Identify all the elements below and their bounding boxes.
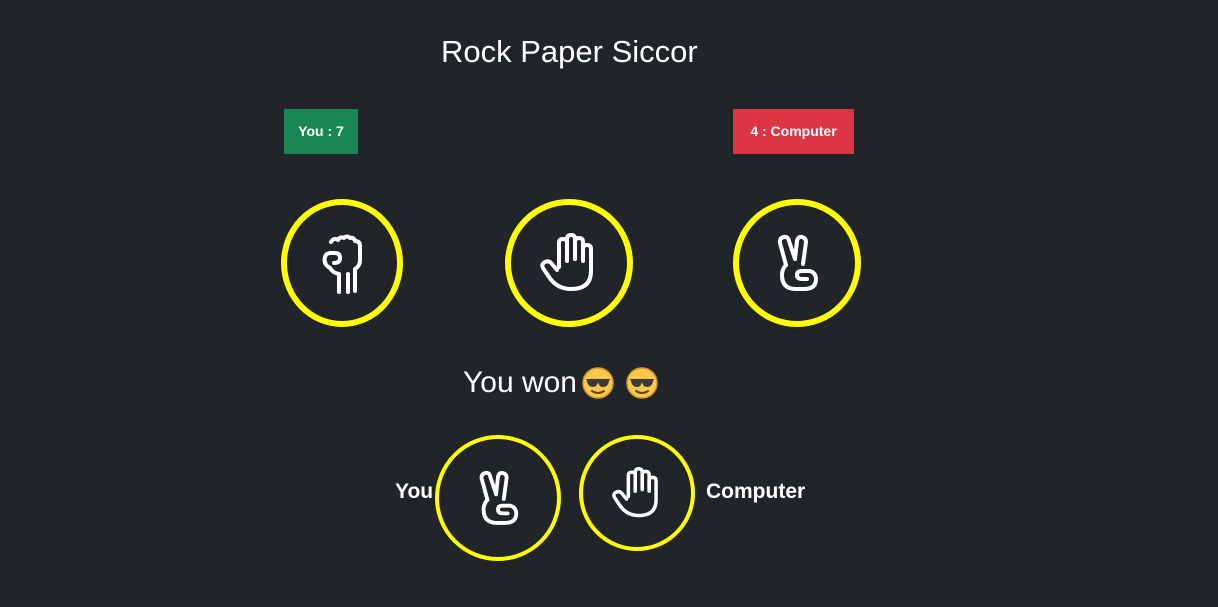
player-pick-label: You	[395, 480, 434, 503]
computer-pick	[579, 435, 695, 551]
computer-pick-label: Computer	[706, 480, 806, 503]
peace-hand-icon	[474, 469, 522, 527]
open-hand-icon	[611, 467, 663, 519]
scissors-button[interactable]	[733, 199, 861, 327]
computer-score-badge: 4 : Computer	[733, 109, 854, 154]
result-text: You won	[463, 366, 577, 399]
game-page: Rock Paper Siccor You : 7 4 : Computer Y…	[0, 0, 1218, 607]
player-pick	[435, 435, 561, 561]
peace-hand-icon	[772, 233, 822, 293]
rock-button[interactable]	[281, 199, 403, 327]
paper-button[interactable]	[505, 199, 633, 327]
player-score-badge: You : 7	[284, 109, 358, 154]
result-message: You won	[463, 366, 659, 400]
open-hand-icon	[539, 233, 599, 293]
sunglasses-emoji-icon	[581, 366, 615, 400]
sunglasses-emoji-icon	[625, 366, 659, 400]
page-title: Rock Paper Siccor	[441, 34, 698, 69]
fist-icon	[317, 232, 367, 294]
